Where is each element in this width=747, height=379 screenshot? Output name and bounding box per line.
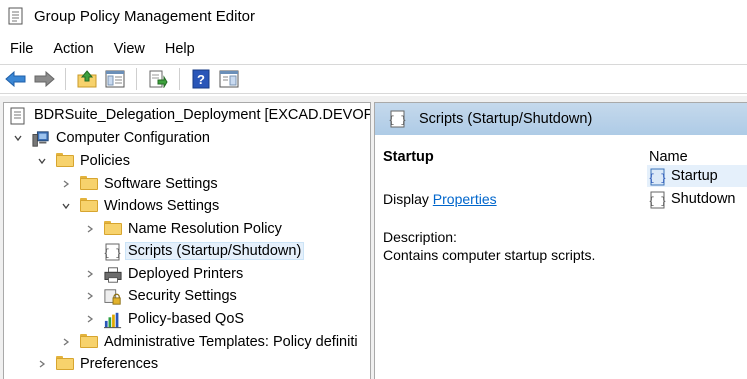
chevron-down-icon[interactable] [60, 200, 72, 212]
forward-arrow-icon[interactable] [32, 67, 56, 91]
description-label: Description: [383, 229, 457, 245]
tree-node-gpo-root[interactable]: BDRSuite_Delegation_Deployment [EXCAD.DE… [10, 104, 371, 126]
tree-node-policy-based-qos[interactable]: Policy-based QoS [84, 308, 244, 330]
description-text: Contains computer startup scripts. [383, 247, 596, 263]
tree-label: Name Resolution Policy [128, 221, 282, 237]
properties-pane-icon[interactable] [217, 67, 241, 91]
up-folder-icon[interactable] [75, 67, 99, 91]
menu-file[interactable]: File [0, 36, 43, 62]
display-properties-line: Display Properties [383, 191, 497, 207]
folder-icon [80, 198, 98, 214]
chevron-right-icon[interactable] [84, 290, 96, 302]
tree-label: Policy-based QoS [128, 311, 245, 327]
display-prefix: Display [383, 191, 429, 207]
tree-node-deployed-printers[interactable]: Deployed Printers [84, 263, 243, 285]
details-pane: { } Scripts (Startup/Shutdown) Startup D… [374, 102, 747, 379]
window-title: Group Policy Management Editor [34, 7, 255, 25]
toolbar-separator [136, 68, 137, 90]
list-item-shutdown[interactable]: { } Shutdown [647, 188, 747, 210]
list-item-label: Shutdown [671, 191, 736, 207]
tree-label: Software Settings [104, 176, 218, 192]
tree-label: Administrative Templates: Policy definit… [104, 334, 358, 350]
chevron-right-icon[interactable] [84, 223, 96, 235]
svg-text:{ }: { } [389, 115, 407, 127]
chevron-right-icon[interactable] [60, 178, 72, 190]
menu-view[interactable]: View [104, 36, 155, 62]
folder-icon [104, 221, 122, 237]
chevron-right-icon[interactable] [84, 313, 96, 325]
tree-label: Computer Configuration [56, 130, 210, 146]
scripts-icon: { } [104, 243, 122, 261]
folder-icon [80, 334, 98, 350]
back-arrow-icon[interactable] [4, 67, 28, 91]
svg-text:{ }: { } [649, 173, 667, 185]
details-header: { } Scripts (Startup/Shutdown) [375, 103, 747, 135]
console-tree[interactable]: BDRSuite_Delegation_Deployment [EXCAD.DE… [3, 102, 371, 379]
chevron-right-icon[interactable] [60, 336, 72, 348]
tree-node-computer-configuration[interactable]: Computer Configuration [12, 127, 210, 149]
column-header-name[interactable]: Name [649, 149, 688, 165]
svg-text:{ }: { } [104, 248, 122, 260]
export-list-icon[interactable] [146, 67, 170, 91]
tree-node-windows-settings[interactable]: Windows Settings [60, 195, 219, 217]
tree-node-security-settings[interactable]: Security Settings [84, 285, 237, 307]
bar-chart-icon [104, 311, 122, 329]
scripts-icon: { } [649, 191, 667, 209]
workspace: BDRSuite_Delegation_Deployment [EXCAD.DE… [0, 96, 747, 379]
tree-node-scripts[interactable]: { } Scripts (Startup/Shutdown) [104, 240, 305, 262]
help-icon[interactable]: ? [189, 67, 213, 91]
tree-node-name-resolution-policy[interactable]: Name Resolution Policy [84, 218, 282, 240]
chevron-right-icon[interactable] [84, 268, 96, 280]
menu-bar: File Action View Help [0, 36, 205, 62]
security-lock-icon [104, 288, 122, 305]
tree-label: Scripts (Startup/Shutdown) [125, 242, 305, 260]
tree-node-software-settings[interactable]: Software Settings [60, 173, 218, 195]
details-header-title: Scripts (Startup/Shutdown) [419, 111, 593, 127]
menu-help[interactable]: Help [155, 36, 205, 62]
tree-label: Security Settings [128, 288, 237, 304]
svg-text:?: ? [197, 72, 205, 87]
scripts-icon: { } [649, 168, 667, 186]
list-item-startup[interactable]: { } Startup [647, 165, 747, 187]
chevron-down-icon[interactable] [12, 132, 24, 144]
tree-label: Preferences [80, 356, 159, 372]
folder-icon [56, 153, 74, 169]
computer-icon [32, 130, 50, 147]
folder-icon [80, 176, 98, 192]
printer-icon [104, 266, 122, 283]
tree-label: Deployed Printers [128, 266, 244, 282]
tree-node-policies[interactable]: Policies [36, 150, 130, 172]
svg-text:{ }: { } [649, 196, 667, 208]
scripts-icon: { } [388, 110, 407, 128]
gpo-document-icon [10, 107, 28, 125]
properties-link[interactable]: Properties [433, 191, 497, 207]
show-hide-tree-icon[interactable] [103, 67, 127, 91]
details-title: Startup [383, 149, 434, 165]
gpo-editor-icon [8, 7, 24, 25]
tree-label: Policies [80, 153, 130, 169]
toolbar-separator [65, 68, 66, 90]
tree-node-administrative-templates[interactable]: Administrative Templates: Policy definit… [60, 331, 358, 353]
toolbar-separator [179, 68, 180, 90]
chevron-down-icon[interactable] [36, 155, 48, 167]
title-bar: Group Policy Management Editor [0, 0, 747, 32]
tree-node-preferences[interactable]: Preferences [36, 353, 158, 375]
tree-label: Windows Settings [104, 198, 220, 214]
toolbar: ? [0, 64, 747, 94]
tree-label: BDRSuite_Delegation_Deployment [EXCAD.DE… [34, 107, 371, 123]
folder-icon [56, 356, 74, 372]
list-item-label: Startup [671, 168, 718, 184]
menu-action[interactable]: Action [43, 36, 103, 62]
chevron-right-icon[interactable] [36, 358, 48, 370]
